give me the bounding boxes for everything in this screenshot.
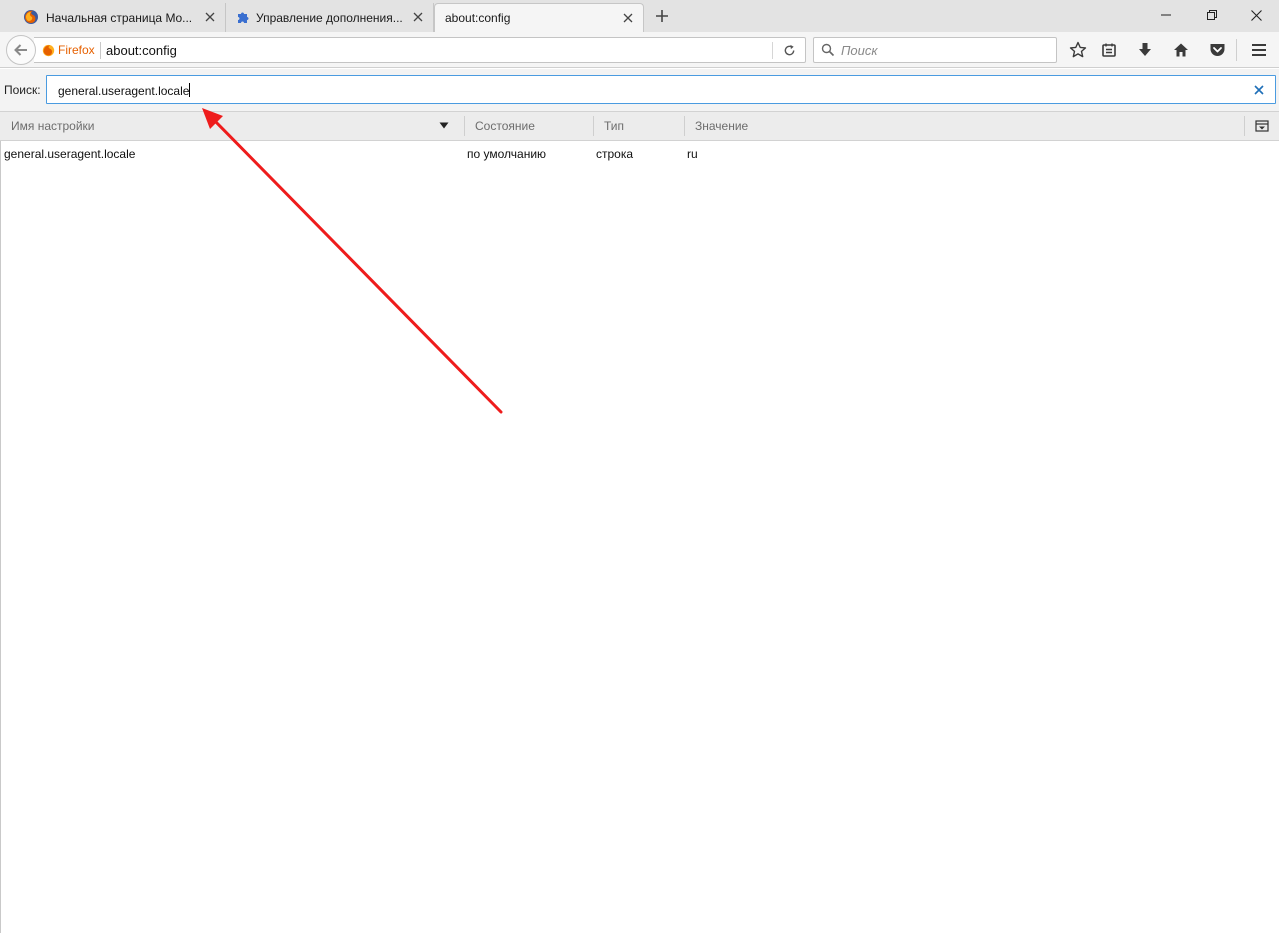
config-search-row: Поиск: general.useragent.locale xyxy=(0,69,1279,111)
home-button[interactable] xyxy=(1169,39,1193,61)
tab-addons-manager[interactable]: Управление дополнения... xyxy=(226,3,434,32)
reading-list-icon xyxy=(1102,43,1116,57)
identity-label: Firefox xyxy=(58,43,95,57)
preferences-column-header: Имя настройки Состояние Тип Значение xyxy=(0,111,1279,141)
column-header-status[interactable]: Состояние xyxy=(475,112,590,140)
tab-label: Начальная страница Mo... xyxy=(46,10,193,25)
search-label: Поиск: xyxy=(4,83,41,97)
url-text[interactable]: about:config xyxy=(106,43,177,58)
pref-status-cell: по умолчанию xyxy=(467,147,547,161)
bookmark-star-button[interactable] xyxy=(1066,39,1090,61)
column-label: Состояние xyxy=(475,119,535,133)
table-row[interactable]: general.useragent.locale по умолчанию ст… xyxy=(1,144,1279,164)
divider xyxy=(772,42,773,59)
pref-name-cell: general.useragent.locale xyxy=(4,147,136,161)
close-tab-icon[interactable] xyxy=(409,8,427,26)
column-divider xyxy=(1244,116,1245,136)
search-placeholder: Поиск xyxy=(841,43,878,58)
config-search-input[interactable]: general.useragent.locale xyxy=(46,75,1276,104)
column-label: Значение xyxy=(695,119,749,133)
back-button[interactable] xyxy=(6,35,36,65)
divider xyxy=(1236,39,1237,61)
pref-value-cell: ru xyxy=(687,147,698,161)
column-header-name[interactable]: Имя настройки xyxy=(11,112,461,140)
home-icon xyxy=(1174,43,1188,57)
downloads-button[interactable] xyxy=(1133,39,1157,61)
new-tab-button[interactable] xyxy=(652,6,672,26)
clear-search-button[interactable] xyxy=(1252,83,1266,97)
column-picker-icon[interactable] xyxy=(1255,120,1269,132)
reload-button[interactable] xyxy=(779,41,799,59)
column-header-type[interactable]: Тип xyxy=(604,112,682,140)
back-arrow-icon xyxy=(14,44,27,56)
column-header-value[interactable]: Значение xyxy=(695,112,1235,140)
minimize-button[interactable] xyxy=(1143,0,1189,30)
restore-icon xyxy=(1207,10,1217,20)
bookmarks-menu-button[interactable] xyxy=(1097,39,1121,61)
close-tab-icon[interactable] xyxy=(619,9,637,27)
close-tab-icon[interactable] xyxy=(201,8,219,26)
pocket-button[interactable] xyxy=(1205,39,1229,61)
close-icon xyxy=(1254,85,1264,95)
tab-label: about:config xyxy=(445,11,511,25)
firefox-logo-icon xyxy=(23,9,39,25)
preferences-tree: general.useragent.locale по умолчанию ст… xyxy=(0,141,1279,933)
column-label: Тип xyxy=(604,119,625,133)
column-divider[interactable] xyxy=(684,116,685,136)
column-divider[interactable] xyxy=(464,116,465,136)
plus-icon xyxy=(656,10,668,22)
search-value: general.useragent.locale xyxy=(58,83,191,98)
column-divider[interactable] xyxy=(593,116,594,136)
sort-descending-icon[interactable] xyxy=(439,122,449,129)
restore-button[interactable] xyxy=(1189,0,1235,30)
tab-start-page[interactable]: Начальная страница Mo... xyxy=(14,3,226,32)
puzzle-piece-icon xyxy=(235,9,251,25)
site-identity-button[interactable]: Firefox xyxy=(42,43,95,57)
close-icon xyxy=(1250,9,1262,21)
search-icon xyxy=(821,43,835,57)
firefox-logo-icon xyxy=(42,44,55,56)
minimize-icon xyxy=(1161,14,1171,16)
hamburger-menu-icon xyxy=(1252,44,1266,56)
pref-type-cell: строка xyxy=(596,147,634,161)
url-bar[interactable]: Firefox about:config xyxy=(34,37,806,63)
pocket-icon xyxy=(1210,44,1224,56)
close-window-button[interactable] xyxy=(1233,0,1279,30)
divider xyxy=(100,42,101,59)
reload-icon xyxy=(784,44,794,55)
download-arrow-icon xyxy=(1139,43,1151,56)
tab-strip: Начальная страница Mo... Управление допо… xyxy=(0,0,1279,32)
navigation-toolbar: Firefox about:config Поиск xyxy=(0,32,1279,68)
column-label: Имя настройки xyxy=(11,119,95,133)
star-icon xyxy=(1069,41,1087,58)
tab-label: Управление дополнения... xyxy=(256,10,403,25)
web-search-bar[interactable]: Поиск xyxy=(813,37,1057,63)
open-menu-button[interactable] xyxy=(1247,39,1271,61)
text-caret xyxy=(189,83,191,97)
tab-about-config[interactable]: about:config xyxy=(434,3,644,32)
